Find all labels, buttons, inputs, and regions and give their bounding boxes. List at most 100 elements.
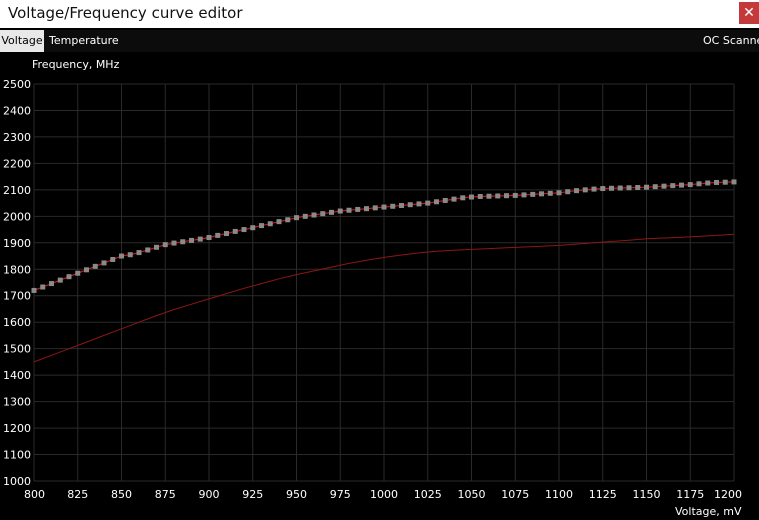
curve-point[interactable] [521, 192, 527, 198]
curve-point[interactable] [442, 197, 448, 203]
curve-point[interactable] [565, 189, 571, 195]
curve-point[interactable] [609, 185, 614, 191]
curve-point[interactable] [276, 219, 282, 225]
curve-point[interactable] [670, 183, 676, 189]
curve-point[interactable] [696, 181, 702, 187]
curve-point[interactable] [101, 260, 107, 266]
curve-point[interactable] [722, 179, 728, 185]
curve-point[interactable] [705, 180, 711, 186]
curve-point[interactable] [197, 236, 203, 242]
curve-point[interactable] [381, 204, 387, 210]
curve-point[interactable] [136, 250, 142, 256]
x-tick-label: 1050 [458, 488, 486, 501]
x-tick-label: 825 [67, 488, 88, 501]
curve-point[interactable] [416, 201, 422, 207]
curve-point[interactable] [652, 184, 658, 190]
curve-point[interactable] [512, 192, 518, 198]
curve-point[interactable] [399, 202, 404, 208]
x-tick-label: 1200 [714, 488, 742, 501]
curve-point[interactable] [582, 187, 588, 193]
curve-point[interactable] [40, 284, 46, 290]
curve-point[interactable] [495, 193, 501, 199]
x-tick-label: 950 [286, 488, 307, 501]
x-tick-labels: 800 825 850 875 900 925 950 975 1000 1025 1050 1075… [24, 488, 742, 501]
curve-point[interactable] [145, 247, 151, 253]
curve-point[interactable] [547, 190, 553, 196]
y-tick-labels: 1000 1100 1200 1300 1400 1500 1600 1700 1800 1900… [3, 78, 31, 488]
curve-point[interactable] [154, 244, 159, 250]
curve-point[interactable] [110, 256, 116, 262]
curve-point[interactable] [259, 223, 264, 229]
curve-point[interactable] [84, 267, 89, 273]
curve-point[interactable] [189, 237, 194, 243]
curve-point[interactable] [49, 281, 54, 287]
curve-point[interactable] [714, 179, 719, 185]
curve-point[interactable] [635, 184, 641, 190]
curve-point[interactable] [451, 196, 457, 202]
curve-point[interactable] [372, 205, 378, 211]
curve-point[interactable] [241, 227, 247, 233]
curve-point[interactable] [556, 190, 562, 196]
curve-point[interactable] [206, 235, 212, 241]
curve-point[interactable] [346, 207, 352, 213]
curve-point[interactable] [285, 217, 291, 223]
curve-point[interactable] [679, 182, 684, 188]
curve-point[interactable] [355, 206, 361, 212]
y-tick-label: 1700 [3, 290, 31, 303]
curve-point[interactable] [477, 193, 483, 199]
curve-point[interactable] [425, 200, 431, 206]
y-tick-label: 1100 [3, 449, 31, 462]
curve-point[interactable] [75, 270, 81, 276]
x-tick-label: 1025 [414, 488, 442, 501]
curve-point[interactable] [119, 253, 124, 259]
y-tick-label: 2100 [3, 184, 31, 197]
curve-point[interactable] [127, 252, 133, 258]
curve-point[interactable] [302, 213, 308, 219]
curve-point[interactable] [267, 221, 273, 227]
y-tick-label: 1200 [3, 422, 31, 435]
curve-point[interactable] [215, 232, 221, 238]
x-tick-label: 925 [242, 488, 263, 501]
curve-point[interactable] [407, 202, 413, 208]
curve-point[interactable] [294, 215, 299, 221]
curve-point[interactable] [320, 211, 326, 217]
curve-point[interactable] [504, 193, 509, 199]
curve-point[interactable] [530, 191, 536, 197]
curve-point[interactable] [600, 186, 606, 192]
curve-point[interactable] [644, 184, 649, 190]
curve-point[interactable] [364, 206, 369, 212]
y-tick-label: 1000 [3, 475, 31, 488]
curve-point[interactable] [574, 188, 579, 194]
curve-point[interactable] [661, 183, 667, 189]
curve-point[interactable] [311, 212, 317, 218]
curve-point[interactable] [162, 242, 168, 248]
curve-point[interactable] [171, 240, 177, 246]
curve-point[interactable] [337, 208, 343, 214]
curve-point[interactable] [460, 195, 466, 201]
curve-point[interactable] [224, 231, 229, 237]
curve-point[interactable] [31, 287, 37, 293]
curve-point[interactable] [180, 239, 186, 245]
curve-point[interactable] [731, 179, 737, 185]
curve-point[interactable] [329, 209, 334, 215]
curve-point[interactable] [232, 228, 238, 234]
y-tick-label: 2400 [3, 104, 31, 117]
curve-point[interactable] [617, 185, 623, 191]
y-tick-label: 1500 [3, 343, 31, 356]
curve-point[interactable] [687, 182, 693, 188]
x-tick-label: 1150 [633, 488, 661, 501]
curve-point[interactable] [434, 199, 439, 205]
curve-point[interactable] [57, 277, 63, 283]
curve-point[interactable] [250, 225, 256, 231]
y-tick-label: 1900 [3, 237, 31, 250]
curve-point[interactable] [486, 193, 492, 199]
curve-point[interactable] [591, 186, 597, 192]
curve-point[interactable] [626, 185, 632, 191]
curve-point[interactable] [66, 274, 72, 280]
vf-curve-chart[interactable]: 1000 1100 1200 1300 1400 1500 1600 1700 1800 1900… [0, 0, 759, 520]
curve-point[interactable] [469, 194, 474, 200]
curve-point[interactable] [92, 263, 98, 269]
curve-point[interactable] [539, 191, 544, 197]
curve-point[interactable] [390, 203, 396, 209]
y-tick-label: 1800 [3, 263, 31, 276]
